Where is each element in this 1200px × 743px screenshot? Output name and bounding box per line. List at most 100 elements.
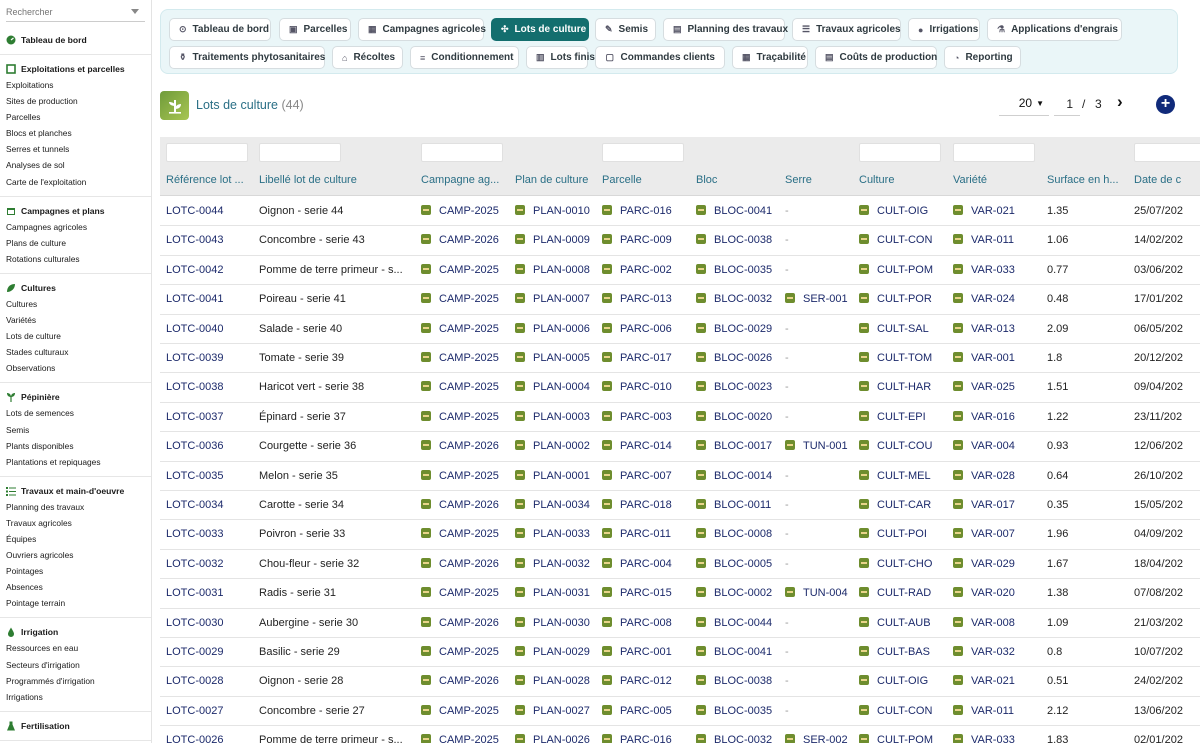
table-cell[interactable]: PARC-001 — [602, 638, 688, 667]
sidebar-item[interactable]: Stades culturaux — [0, 344, 151, 360]
table-cell[interactable]: PLAN-0002 — [515, 432, 597, 461]
sidebar-item[interactable]: Cultures — [0, 296, 151, 312]
table-cell[interactable]: BLOC-0038 — [696, 226, 778, 255]
table-cell[interactable]: CULT-OIG — [859, 197, 945, 226]
column-header[interactable]: Bloc — [696, 174, 782, 186]
table-cell[interactable]: CULT-SAL — [859, 315, 945, 344]
table-row[interactable]: LOTC-0032 Chou-fleur - serie 32 CAMP-2026 P… — [160, 550, 1200, 580]
table-cell[interactable]: VAR-001 — [953, 344, 1039, 373]
sidebar-item[interactable]: Équipes — [0, 531, 151, 547]
tab[interactable]: ≡ Conditionnement — [410, 46, 519, 69]
table-cell[interactable]: PARC-016 — [602, 197, 688, 226]
table-cell[interactable]: VAR-016 — [953, 403, 1039, 432]
table-cell[interactable]: BLOC-0011 — [696, 491, 778, 520]
table-cell[interactable]: CAMP-2025 — [421, 697, 509, 726]
table-cell[interactable]: CAMP-2025 — [421, 403, 509, 432]
sidebar-item[interactable]: Exploitations — [0, 77, 151, 93]
table-cell[interactable]: CAMP-2025 — [421, 344, 509, 373]
table-row[interactable]: LOTC-0038 Haricot vert - serie 38 CAMP-202… — [160, 373, 1200, 403]
table-cell[interactable]: BLOC-0041 — [696, 197, 778, 226]
table-row[interactable]: LOTC-0029 Basilic - serie 29 CAMP-2025 PLAN… — [160, 638, 1200, 668]
table-cell[interactable]: PARC-010 — [602, 373, 688, 402]
tab[interactable]: ● Irrigations — [908, 18, 980, 41]
table-cell[interactable]: PARC-007 — [602, 462, 688, 491]
table-cell[interactable]: VAR-029 — [953, 550, 1039, 579]
table-cell[interactable]: VAR-033 — [953, 726, 1039, 743]
table-cell[interactable]: CAMP-2026 — [421, 226, 509, 255]
table-row[interactable]: LOTC-0026 Pomme de terre primeur - s... CA… — [160, 726, 1200, 743]
table-cell[interactable]: CULT-POI — [859, 520, 945, 549]
tab[interactable]: ⚱ Traitements phytosanitaires — [169, 46, 325, 69]
table-cell[interactable]: CULT-RAD — [859, 579, 945, 608]
table-cell[interactable]: CULT-OIG — [859, 667, 945, 696]
column-filter-input[interactable] — [953, 143, 1035, 162]
table-row[interactable]: LOTC-0042 Pomme de terre primeur - s... CA… — [160, 256, 1200, 286]
table-cell[interactable]: BLOC-0023 — [696, 373, 778, 402]
tab[interactable]: ▦ Campagnes agricoles — [358, 18, 486, 41]
table-cell[interactable]: LOTC-0040 — [166, 315, 252, 344]
table-cell[interactable]: CAMP-2025 — [421, 520, 509, 549]
table-cell[interactable]: LOTC-0033 — [166, 520, 252, 549]
sidebar-item[interactable]: Pointage terrain — [0, 595, 151, 611]
table-cell[interactable]: PARC-011 — [602, 520, 688, 549]
table-cell[interactable]: BLOC-0017 — [696, 432, 778, 461]
table-cell[interactable]: PLAN-0034 — [515, 491, 597, 520]
table-cell[interactable]: CULT-POM — [859, 726, 945, 743]
sidebar-item[interactable]: Variétés — [0, 312, 151, 328]
table-cell[interactable]: CAMP-2026 — [421, 609, 509, 638]
table-cell[interactable]: VAR-021 — [953, 197, 1039, 226]
table-cell[interactable]: BLOC-0020 — [696, 403, 778, 432]
table-cell[interactable]: PARC-008 — [602, 609, 688, 638]
table-cell[interactable]: PARC-005 — [602, 697, 688, 726]
table-cell[interactable]: PLAN-0029 — [515, 638, 597, 667]
table-cell[interactable]: PARC-013 — [602, 285, 688, 314]
sidebar-item[interactable]: Serres et tunnels — [0, 141, 151, 157]
table-cell[interactable]: SER-002 — [785, 726, 853, 743]
table-cell[interactable]: CAMP-2025 — [421, 462, 509, 491]
table-cell[interactable]: CAMP-2025 — [421, 315, 509, 344]
tab[interactable]: ◔ Reporting — [944, 46, 1021, 69]
table-cell[interactable]: VAR-033 — [953, 256, 1039, 285]
table-cell[interactable]: PLAN-0030 — [515, 609, 597, 638]
table-cell[interactable]: LOTC-0030 — [166, 609, 252, 638]
nav-group-header[interactable]: Travaux et main-d'oeuvre — [0, 483, 151, 499]
page-size-select[interactable]: 20 ▼ — [999, 92, 1049, 116]
table-row[interactable]: LOTC-0031 Radis - serie 31 CAMP-2025 PLAN-0… — [160, 579, 1200, 609]
table-cell[interactable]: CULT-HAR — [859, 373, 945, 402]
table-cell[interactable]: BLOC-0032 — [696, 726, 778, 743]
table-row[interactable]: LOTC-0044 Oignon - serie 44 CAMP-2025 PLAN-… — [160, 197, 1200, 227]
nav-group-header[interactable]: Cultures — [0, 280, 151, 296]
table-cell[interactable]: PLAN-0028 — [515, 667, 597, 696]
nav-group-header[interactable]: Tableau de bord — [0, 32, 151, 48]
sidebar-item[interactable]: Plants disponibles — [0, 438, 151, 454]
table-cell[interactable]: CULT-AUB — [859, 609, 945, 638]
table-cell[interactable]: CULT-CON — [859, 697, 945, 726]
nav-group-header[interactable]: Pépinière — [0, 389, 151, 405]
table-cell[interactable]: LOTC-0028 — [166, 667, 252, 696]
table-cell[interactable]: CULT-CAR — [859, 491, 945, 520]
column-header[interactable]: Campagne ag... — [421, 174, 513, 186]
table-cell[interactable]: PLAN-0001 — [515, 462, 597, 491]
sidebar-item[interactable]: Blocs et planches — [0, 125, 151, 141]
column-header[interactable]: Serre — [785, 174, 857, 186]
table-cell[interactable]: LOTC-0043 — [166, 226, 252, 255]
column-header[interactable]: Parcelle — [602, 174, 692, 186]
table-cell[interactable]: CAMP-2025 — [421, 256, 509, 285]
table-cell[interactable]: BLOC-0005 — [696, 550, 778, 579]
table-cell[interactable]: BLOC-0014 — [696, 462, 778, 491]
sidebar-item[interactable]: Plans de culture — [0, 235, 151, 251]
table-cell[interactable]: VAR-008 — [953, 609, 1039, 638]
table-cell[interactable]: PLAN-0005 — [515, 344, 597, 373]
tab[interactable]: ▤ Coûts de production — [815, 46, 937, 69]
table-cell[interactable]: BLOC-0044 — [696, 609, 778, 638]
table-cell[interactable]: PLAN-0004 — [515, 373, 597, 402]
search-box[interactable] — [6, 2, 145, 22]
table-cell[interactable]: PLAN-0006 — [515, 315, 597, 344]
table-cell[interactable]: VAR-007 — [953, 520, 1039, 549]
table-cell[interactable]: PLAN-0003 — [515, 403, 597, 432]
table-cell[interactable]: PLAN-0007 — [515, 285, 597, 314]
table-cell[interactable]: VAR-017 — [953, 491, 1039, 520]
table-cell[interactable]: BLOC-0032 — [696, 285, 778, 314]
table-row[interactable]: LOTC-0027 Concombre - serie 27 CAMP-2025 PL… — [160, 696, 1200, 727]
table-cell[interactable]: PLAN-0026 — [515, 726, 597, 743]
